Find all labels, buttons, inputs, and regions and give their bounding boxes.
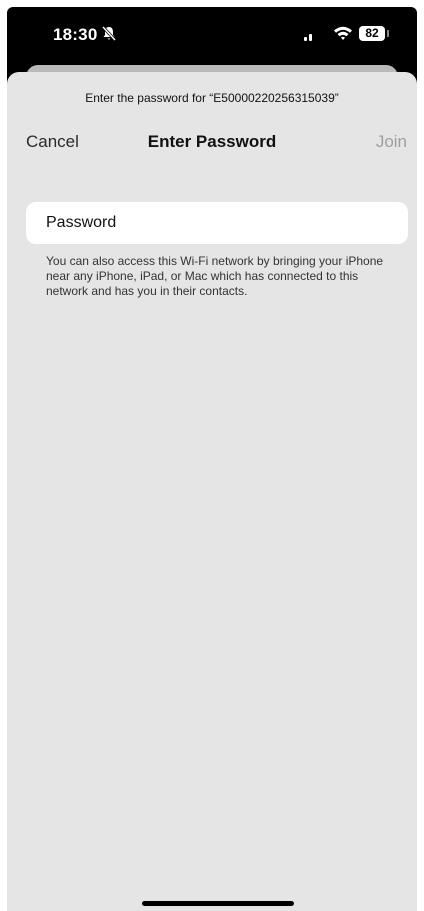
wifi-icon xyxy=(334,26,352,40)
battery-icon: 82 xyxy=(359,26,385,41)
home-indicator[interactable] xyxy=(142,901,294,906)
password-input[interactable] xyxy=(26,202,408,244)
phone-screen: 18:30 82 Enter the password for “E500002… xyxy=(7,7,417,911)
status-bar: 18:30 82 xyxy=(7,7,417,59)
network-prompt: Enter the password for “E500002202563150… xyxy=(85,91,339,105)
bell-slash-icon xyxy=(101,25,117,42)
status-time: 18:30 xyxy=(53,25,98,44)
password-sheet: Enter the password for “E500002202563150… xyxy=(7,72,417,911)
wifi-sharing-footnote: You can also access this Wi-Fi network b… xyxy=(46,254,384,298)
cellular-signal-icon xyxy=(304,34,312,41)
page-title: Enter Password xyxy=(147,132,277,151)
join-button[interactable]: Join xyxy=(376,132,407,152)
battery-tip xyxy=(387,30,389,37)
